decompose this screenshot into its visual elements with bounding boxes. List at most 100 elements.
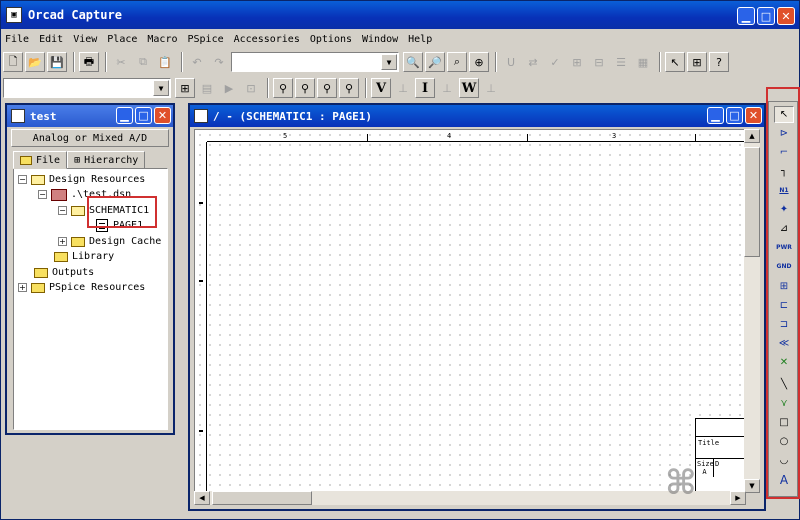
part-search-combo[interactable]: ▼ [231,52,399,72]
run-icon[interactable]: ▶ [219,78,239,98]
minimize-button[interactable]: ▁ [116,107,133,124]
off-page-connector-icon[interactable]: ≪ [774,335,794,352]
minimize-button[interactable]: ▁ [707,107,724,124]
annotate-icon[interactable]: U [501,52,521,72]
current-marker-icon[interactable]: ⚲ [317,78,337,98]
chevron-down-icon[interactable]: ▼ [381,54,397,70]
zoom-area-icon[interactable]: ⌕ [447,52,467,72]
design-type-field[interactable]: Analog or Mixed A/D [11,129,169,147]
new-file-icon[interactable]: 🗋 [3,52,23,72]
select-arrow-icon[interactable]: ↖ [774,106,794,123]
menu-macro[interactable]: Macro [147,34,177,45]
menu-accessories[interactable]: Accessories [234,34,300,45]
title-bar[interactable]: ▣ Orcad Capture ▁ □ ✕ [1,1,799,29]
undo-icon[interactable]: ↶ [187,52,207,72]
current-display-icon[interactable]: ⊥ [437,78,457,98]
scroll-left-icon[interactable]: ◀ [194,491,210,505]
no-connect-icon[interactable]: ✕ [774,354,794,371]
tab-file[interactable]: File [13,151,68,169]
drc-icon[interactable]: ✓ [545,52,565,72]
collapse-icon[interactable]: − [58,206,67,215]
place-line-icon[interactable]: ╲ [774,376,794,393]
power-marker-icon[interactable]: ⚲ [339,78,359,98]
voltage-marker-icon[interactable]: ⚲ [273,78,293,98]
print-icon[interactable]: 🖶 [79,52,99,72]
tree-item-design-cache[interactable]: + Design Cache [58,234,161,249]
schematic-canvas[interactable]: 5 4 3 Title Size A D [194,129,746,493]
paste-icon[interactable]: 📋 [155,52,175,72]
horizontal-scrollbar[interactable]: ◀ ▶ [194,491,746,505]
place-bus-icon[interactable]: ┐ [774,163,794,180]
maximize-button[interactable]: □ [135,107,152,124]
menu-file[interactable]: File [5,34,29,45]
ground-icon[interactable]: GND [774,258,794,275]
menu-pspice[interactable]: PSpice [188,34,224,45]
netlist-icon[interactable]: ⊞ [567,52,587,72]
ellipse-icon[interactable]: ○ [774,433,794,450]
snap-grid-icon[interactable]: ▦ [633,52,653,72]
project-title-bar[interactable]: test ▁ □ ✕ [7,105,173,127]
zoom-in-icon[interactable]: 🔍 [403,52,423,72]
project-manager-icon[interactable]: ⊞ [687,52,707,72]
bus-entry-icon[interactable]: ⊿ [774,220,794,237]
cut-icon[interactable]: ✂ [111,52,131,72]
power-display-icon[interactable]: ⊥ [481,78,501,98]
menu-edit[interactable]: Edit [39,34,63,45]
close-button[interactable]: ✕ [154,107,171,124]
tree-item-outputs[interactable]: Outputs [34,265,94,280]
close-button[interactable]: ✕ [777,7,795,25]
voltage-display-icon[interactable]: ⊥ [393,78,413,98]
menu-help[interactable]: Help [408,34,432,45]
hierarchical-block-icon[interactable]: ⊞ [774,278,794,295]
bom-icon[interactable]: ☰ [611,52,631,72]
view-simulation-icon[interactable]: ⊡ [241,78,261,98]
zoom-out-icon[interactable]: 🔎 [425,52,445,72]
menu-view[interactable]: View [73,34,97,45]
diff-marker-icon[interactable]: ⚲ [295,78,315,98]
horizontal-scroll-thumb[interactable] [212,491,312,505]
open-folder-icon[interactable]: 📂 [25,52,45,72]
tab-hierarchy[interactable]: ⊞ Hierarchy [67,151,146,169]
vertical-scroll-thumb[interactable] [744,147,760,257]
save-icon[interactable]: 💾 [47,52,67,72]
maximize-button[interactable]: □ [726,107,743,124]
bias-current-button[interactable]: I [415,78,435,98]
menu-options[interactable]: Options [310,34,352,45]
close-button[interactable]: ✕ [745,107,762,124]
collapse-icon[interactable]: − [38,190,47,199]
copy-icon[interactable]: ⧉ [133,52,153,72]
tree-item-library[interactable]: Library [54,249,114,264]
bias-power-button[interactable]: W [459,78,479,98]
select-hierarchy-icon[interactable]: ↖ [665,52,685,72]
redo-icon[interactable]: ↷ [209,52,229,72]
back-annotate-icon[interactable]: ⇄ [523,52,543,72]
maximize-button[interactable]: □ [757,7,775,25]
collapse-icon[interactable]: − [18,175,27,184]
new-profile-icon[interactable]: ⊞ [175,78,195,98]
menu-window[interactable]: Window [362,34,398,45]
simulation-profile-combo[interactable]: ▼ [3,78,171,98]
scroll-up-icon[interactable]: ▲ [744,129,760,143]
tree-item-design-resources[interactable]: − Design Resources [18,172,145,187]
tree-item-pspice-resources[interactable]: + PSpice Resources [18,280,145,295]
place-part-icon[interactable]: ⊳ [774,125,794,142]
expand-icon[interactable]: + [58,237,67,246]
edit-profile-icon[interactable]: ▤ [197,78,217,98]
zoom-all-icon[interactable]: ⊕ [469,52,489,72]
minimize-button[interactable]: ▁ [737,7,755,25]
place-wire-icon[interactable]: ⌐ [774,144,794,161]
polyline-icon[interactable]: ⋎ [774,395,794,412]
power-icon[interactable]: PWR [774,239,794,256]
menu-place[interactable]: Place [107,34,137,45]
app-icon[interactable]: ▣ [6,7,22,23]
net-alias-icon[interactable]: N1 [774,182,794,199]
schematic-title-bar[interactable]: / - (SCHEMATIC1 : PAGE1) ▁ □ ✕ [190,105,764,127]
help-icon[interactable]: ? [709,52,729,72]
hierarchical-port-icon[interactable]: ⊏ [774,297,794,314]
chevron-down-icon[interactable]: ▼ [153,80,169,96]
hierarchical-pin-icon[interactable]: ⊐ [774,316,794,333]
junction-icon[interactable]: ✦ [774,201,794,218]
expand-icon[interactable]: + [18,283,27,292]
cross-reference-icon[interactable]: ⊟ [589,52,609,72]
bias-voltage-button[interactable]: V [371,78,391,98]
